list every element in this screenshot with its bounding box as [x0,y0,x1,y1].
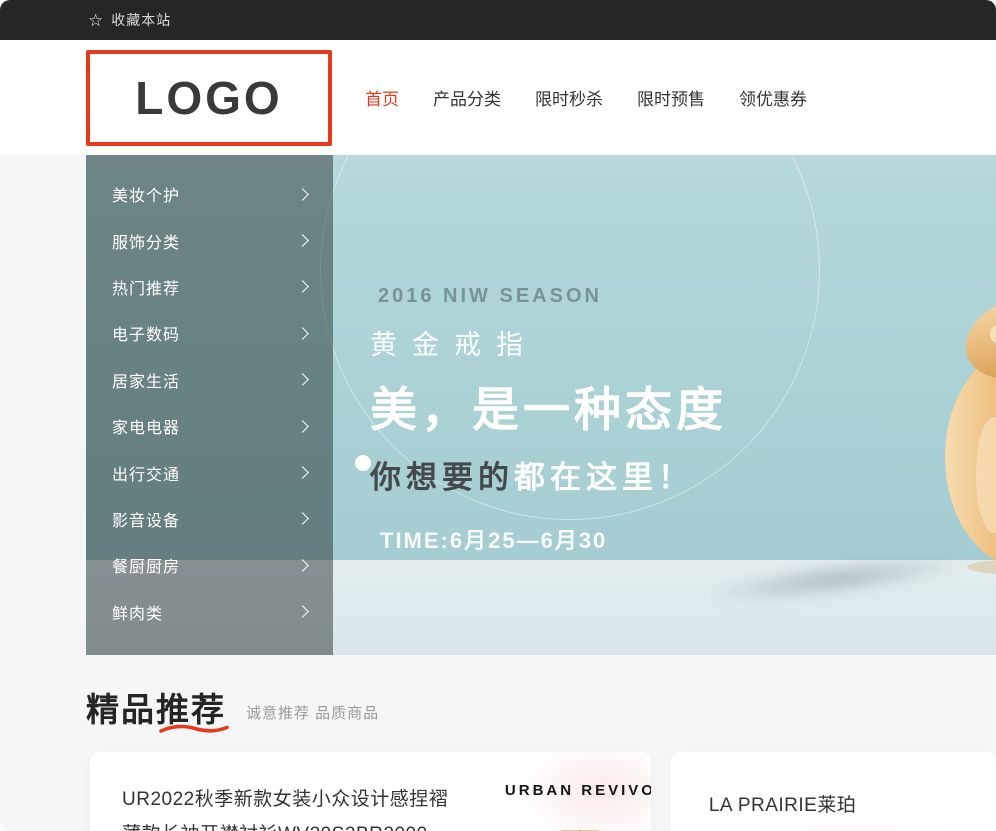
hero-banner[interactable]: 2016 NIW SEASON 黄金戒指 美，是一种态度 你想要的都在这里！ T… [86,155,996,655]
brand-logo-text: URBAN REVIVO [505,782,651,799]
banner-tagline: 你想要的都在这里！ [370,452,727,497]
nav-item-coupons[interactable]: 领优惠券 [739,85,807,110]
product-card[interactable]: UR2022秋季新款女装小众设计感捏褶 薄款长袖开襟衬衫WV29S2BR2000… [90,752,651,831]
chevron-right-icon [296,420,309,433]
star-icon: ☆ [88,12,103,29]
recommend-title: 精品推荐 [86,693,226,726]
logo[interactable]: LOGO [86,50,332,146]
product-title: LA PRAIRIE莱珀 [709,790,996,817]
chevron-right-icon [296,513,309,526]
chevron-right-icon [296,605,309,618]
favorite-site-link[interactable]: 收藏本站 [111,10,171,30]
chevron-right-icon [296,559,309,572]
page: ☆ 收藏本站 LOGO 首页 产品分类 限时秒杀 限时预售 领优惠券 [0,0,996,831]
chevron-right-icon [296,466,309,479]
category-menu: 美妆个护 服饰分类 热门推荐 电子数码 居家生活 家电电器 [86,155,333,655]
dot-decoration [355,455,371,471]
banner-text: 2016 NIW SEASON 黄金戒指 美，是一种态度 你想要的都在这里！ T… [370,285,727,555]
nav-item-flash-sale[interactable]: 限时秒杀 [535,85,603,110]
banner-product-name: 黄金戒指 [370,323,727,362]
category-item-apparel[interactable]: 服饰分类 [112,217,307,263]
product-title: UR2022秋季新款女装小众设计感捏褶 薄款长袖开襟衬衫WV29S2BR2000… [90,752,510,831]
gold-ring-image [924,275,996,577]
banner-time: TIME:6月25—6月30 [380,523,727,555]
product-card-list: UR2022秋季新款女装小众设计感捏褶 薄款长袖开襟衬衫WV29S2BR2000… [90,752,996,831]
category-item-appliances[interactable]: 家电电器 [112,403,307,449]
category-item-digital[interactable]: 电子数码 [112,310,307,356]
banner-season: 2016 NIW SEASON [378,285,727,308]
category-item-fresh-meat[interactable]: 鲜肉类 [112,589,307,635]
chevron-right-icon [296,373,309,386]
category-item-travel[interactable]: 出行交通 [112,449,307,495]
category-item-audio-video[interactable]: 影音设备 [112,496,307,542]
chevron-right-icon [296,281,309,294]
category-item-kitchen[interactable]: 餐厨厨房 [112,542,307,588]
header: LOGO 首页 产品分类 限时秒杀 限时预售 领优惠券 [0,40,996,155]
recommend-subtitle: 诚意推荐 品质商品 [246,702,379,723]
logo-text: LOGO [135,71,282,125]
nav-item-presale[interactable]: 限时预售 [637,85,705,110]
nav-item-home[interactable]: 首页 [365,85,399,110]
banner-tagline-dark: 你想要的 [370,460,514,495]
chevron-right-icon [296,188,309,201]
banner-headline: 美，是一种态度 [370,371,727,440]
category-item-beauty[interactable]: 美妆个护 [112,171,307,217]
product-card[interactable]: LA PRAIRIE莱珀 ¥2,460 [671,752,996,831]
red-underline-swoosh [158,722,230,735]
category-item-home-life[interactable]: 居家生活 [112,357,307,403]
category-item-hot[interactable]: 热门推荐 [112,264,307,310]
recommend-section-header: 精品推荐 诚意推荐 品质商品 [86,693,996,726]
main-nav: 首页 产品分类 限时秒杀 限时预售 领优惠券 [365,85,807,110]
chevron-right-icon [296,234,309,247]
nav-item-categories[interactable]: 产品分类 [433,85,501,110]
chevron-right-icon [296,327,309,340]
product-image: URBAN REVIVO [510,752,651,831]
banner-tagline-light: 都在这里！ [514,460,694,495]
topbar: ☆ 收藏本站 [0,0,996,40]
